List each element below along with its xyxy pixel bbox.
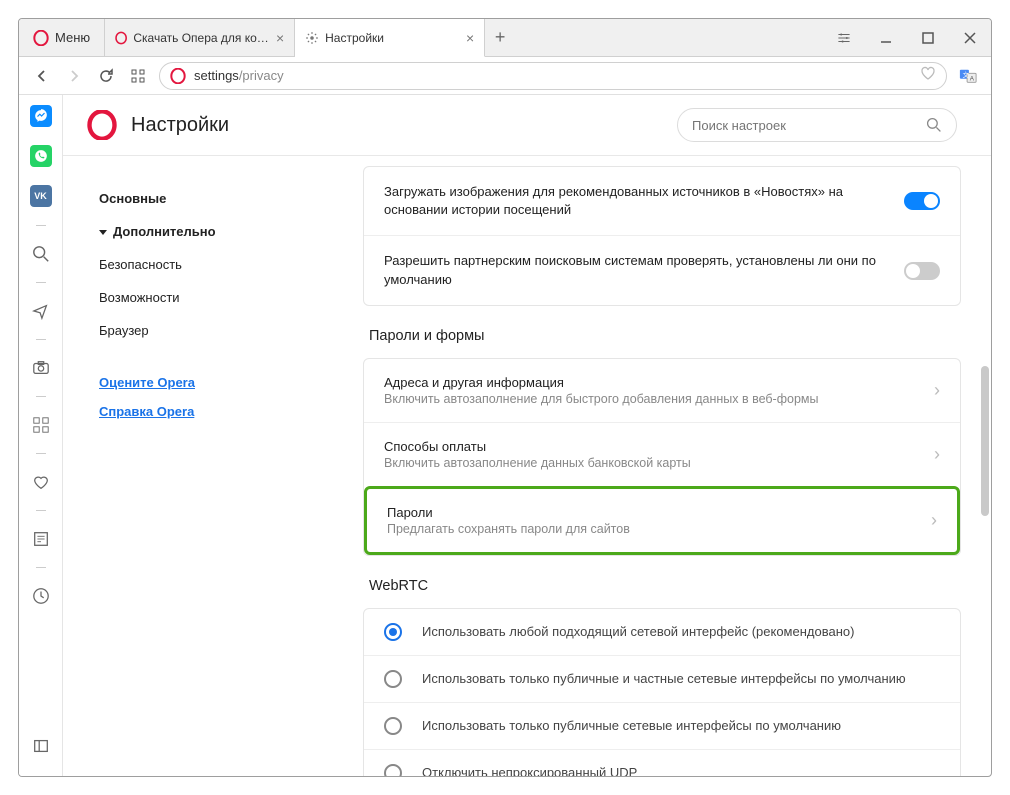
whatsapp-tile[interactable] <box>30 145 52 167</box>
nav-rate-link[interactable]: Оцените Opera <box>99 375 319 390</box>
webrtc-option-4[interactable]: Отключить непроксированный UDP <box>364 749 960 776</box>
opera-logo-icon <box>33 30 49 46</box>
tab-title: Скачать Опера для компьютера <box>133 31 270 45</box>
rail-separator <box>36 396 46 397</box>
row-partner-search: Разрешить партнерским поисковым системам… <box>364 235 960 304</box>
workspaces-icon[interactable] <box>31 415 51 435</box>
chevron-right-icon: › <box>931 510 937 531</box>
row-passwords[interactable]: Пароли Предлагать сохранять пароли для с… <box>364 486 960 555</box>
settings-panel: Загружать изображения для рекомендованны… <box>343 156 991 776</box>
easy-setup-icon[interactable] <box>823 19 865 57</box>
flow-icon[interactable] <box>31 301 51 321</box>
tab-close-icon[interactable]: × <box>466 30 474 46</box>
new-tab-button[interactable]: + <box>485 19 515 56</box>
opera-favicon-icon <box>115 30 127 46</box>
close-button[interactable] <box>949 19 991 57</box>
section-webrtc: WebRTC <box>369 578 961 594</box>
webrtc-card: Использовать любой подходящий сетевой ин… <box>363 608 961 776</box>
search-icon[interactable] <box>31 244 51 264</box>
browser-window: Меню Скачать Опера для компьютера × Наст… <box>18 18 992 777</box>
webrtc-option-2[interactable]: Использовать только публичные и частные … <box>364 655 960 702</box>
messenger-tile[interactable] <box>30 105 52 127</box>
section-passwords-forms: Пароли и формы <box>369 328 961 344</box>
settings-header: Настройки <box>63 95 991 155</box>
messenger-icon <box>34 109 48 123</box>
radio-icon <box>384 670 402 688</box>
search-settings <box>677 108 957 142</box>
rail-separator <box>36 510 46 511</box>
search-input[interactable] <box>692 118 926 133</box>
nav-help-link[interactable]: Справка Opera <box>99 404 319 419</box>
address-field[interactable]: settings/privacy <box>159 62 947 90</box>
menu-button[interactable]: Меню <box>19 19 105 56</box>
chevron-right-icon: › <box>934 444 940 465</box>
row-payment-methods[interactable]: Способы оплаты Включить автозаполнение д… <box>364 422 960 486</box>
vk-tile[interactable]: VK <box>30 185 52 207</box>
toggle-partner-search[interactable] <box>904 262 940 280</box>
forward-button[interactable] <box>63 65 85 87</box>
radio-icon <box>384 623 402 641</box>
tab-bar: Меню Скачать Опера для компьютера × Наст… <box>19 19 991 57</box>
tab-title: Настройки <box>325 31 384 45</box>
settings-nav: Основные Дополнительно Безопасность Возм… <box>63 156 343 776</box>
svg-text:文: 文 <box>963 69 970 78</box>
news-icon[interactable] <box>31 529 51 549</box>
scrollbar-thumb[interactable] <box>981 366 989 516</box>
sidebar-rail: VK <box>19 95 63 776</box>
rail-separator <box>36 282 46 283</box>
nav-features[interactable]: Возможности <box>99 281 319 314</box>
tab-close-icon[interactable]: × <box>276 30 284 46</box>
row-load-images: Загружать изображения для рекомендованны… <box>364 167 960 235</box>
rail-separator <box>36 225 46 226</box>
vk-icon: VK <box>34 191 47 201</box>
page-title: Настройки <box>131 114 229 137</box>
radio-icon <box>384 717 402 735</box>
row-addresses[interactable]: Адреса и другая информация Включить авто… <box>364 359 960 422</box>
rail-separator <box>36 567 46 568</box>
passwords-forms-card: Адреса и другая информация Включить авто… <box>363 358 961 556</box>
whatsapp-icon <box>34 149 48 163</box>
nav-security[interactable]: Безопасность <box>99 248 319 281</box>
chevron-right-icon: › <box>934 380 940 401</box>
search-icon <box>926 117 942 133</box>
opera-logo-icon <box>87 110 117 140</box>
translate-icon[interactable]: 文A <box>957 65 979 87</box>
radio-icon <box>384 764 402 776</box>
minimize-button[interactable] <box>865 19 907 57</box>
nav-browser[interactable]: Браузер <box>99 314 319 347</box>
back-button[interactable] <box>31 65 53 87</box>
nav-advanced[interactable]: Дополнительно <box>99 215 319 248</box>
webrtc-option-3[interactable]: Использовать только публичные сетевые ин… <box>364 702 960 749</box>
toggle-load-images[interactable] <box>904 192 940 210</box>
tab-active[interactable]: Настройки × <box>295 19 485 57</box>
reload-button[interactable] <box>95 65 117 87</box>
maximize-button[interactable] <box>907 19 949 57</box>
gear-icon <box>305 31 319 45</box>
rail-toggle-icon[interactable] <box>31 736 51 756</box>
bookmarks-icon[interactable] <box>31 472 51 492</box>
menu-label: Меню <box>55 30 90 45</box>
settings-page: Настройки Основные Дополнительно Безопас… <box>63 95 991 776</box>
speed-dial-icon[interactable] <box>127 65 149 87</box>
history-icon[interactable] <box>31 586 51 606</box>
opera-badge-icon <box>170 68 186 84</box>
bookmark-heart-icon[interactable] <box>920 65 936 86</box>
address-bar: settings/privacy 文A <box>19 57 991 95</box>
address-text: settings/privacy <box>194 68 284 83</box>
chevron-down-icon <box>99 230 107 235</box>
nav-basic[interactable]: Основные <box>99 182 319 215</box>
snapshot-icon[interactable] <box>31 358 51 378</box>
rail-separator <box>36 453 46 454</box>
webrtc-option-1[interactable]: Использовать любой подходящий сетевой ин… <box>364 609 960 655</box>
top-card: Загружать изображения для рекомендованны… <box>363 166 961 306</box>
tab-inactive[interactable]: Скачать Опера для компьютера × <box>105 19 295 56</box>
rail-separator <box>36 339 46 340</box>
